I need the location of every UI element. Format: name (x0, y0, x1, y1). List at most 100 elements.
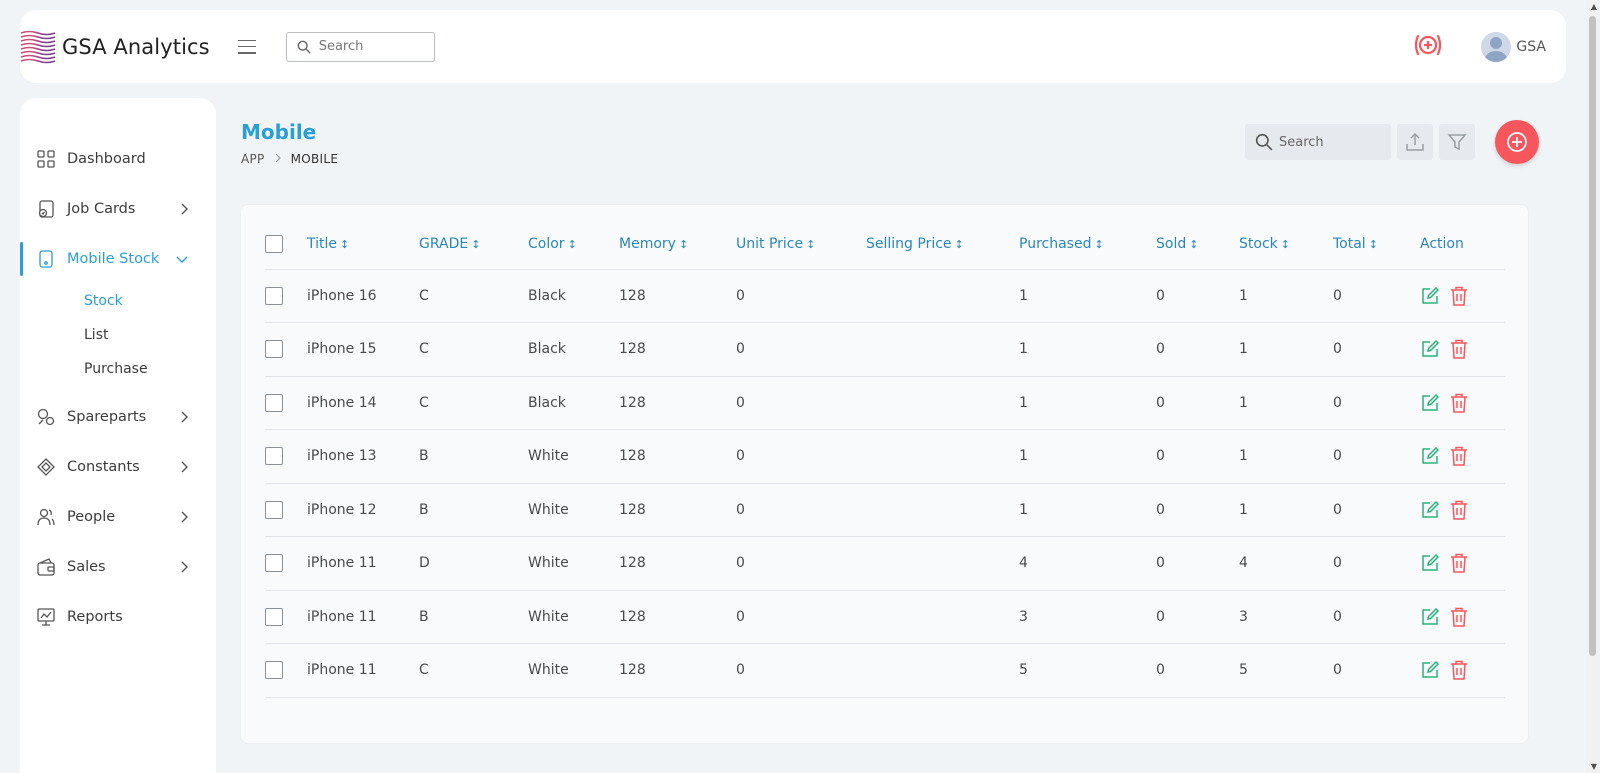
add-mobile-button[interactable] (1495, 120, 1539, 164)
trash-icon[interactable] (1450, 446, 1468, 466)
column-header-sold[interactable]: Sold ↕ (1156, 219, 1239, 270)
cell-selling-price (866, 429, 1019, 484)
edit-icon[interactable] (1420, 660, 1440, 680)
stock-table-card: Title ↕ GRADE ↕ Color ↕ Memory ↕ Unit Price ↕… (240, 204, 1529, 744)
row-checkbox[interactable] (265, 500, 283, 519)
edit-icon[interactable] (1420, 339, 1440, 359)
sidebar-item-reports[interactable]: Reports (20, 592, 216, 642)
cell-memory: 128 (619, 536, 736, 591)
trash-icon[interactable] (1450, 339, 1468, 359)
column-header-stock[interactable]: Stock ↕ (1239, 219, 1333, 270)
row-checkbox[interactable] (265, 393, 283, 412)
column-header-color[interactable]: Color ↕ (528, 219, 619, 270)
cell-unit-price: 0 (736, 429, 866, 484)
cell-total: 0 (1333, 322, 1420, 377)
sidebar-item-constants[interactable]: Constants (20, 442, 216, 492)
cell-color: White (528, 536, 619, 591)
cell-total: 0 (1333, 643, 1420, 698)
subnav-item-stock[interactable]: Stock (84, 284, 216, 318)
sort-icon: ↕ (567, 237, 577, 251)
column-header-grade[interactable]: GRADE ↕ (419, 219, 528, 270)
cell-grade: B (419, 483, 528, 537)
cell-memory: 128 (619, 269, 736, 323)
logo[interactable]: GSA Analytics (20, 29, 210, 65)
row-checkbox[interactable] (265, 661, 283, 680)
chevron-right-icon (181, 561, 188, 573)
page-scrollbar[interactable]: ▲ ▼ (1586, 0, 1600, 773)
column-header-action: Action (1420, 219, 1505, 270)
trash-icon[interactable] (1450, 660, 1468, 680)
search-icon (297, 40, 311, 54)
chevron-right-icon (181, 511, 188, 523)
cell-stock: 1 (1239, 376, 1333, 430)
filter-icon (1447, 134, 1467, 151)
sidebar-item-people[interactable]: People (20, 492, 216, 542)
sidebar-item-mobile-stock[interactable]: Mobile Stock (20, 234, 216, 284)
scroll-up-icon[interactable]: ▲ (1591, 2, 1597, 11)
filter-button[interactable] (1439, 124, 1475, 160)
trash-icon[interactable] (1450, 553, 1468, 573)
trash-icon[interactable] (1450, 500, 1468, 520)
breadcrumb-item-mobile: MOBILE (290, 152, 339, 166)
sidebar-item-job-cards[interactable]: Job Cards (20, 184, 216, 234)
report-chart-icon (37, 608, 55, 626)
table-search-input[interactable] (1279, 134, 1379, 150)
edit-icon[interactable] (1420, 607, 1440, 627)
scroll-down-icon[interactable]: ▼ (1591, 762, 1597, 771)
chevron-right-icon (181, 203, 188, 215)
edit-icon[interactable] (1420, 553, 1440, 573)
cell-purchased: 4 (1019, 536, 1156, 591)
cell-grade: C (419, 269, 528, 323)
wallet-icon (37, 558, 55, 576)
chevron-right-icon (181, 411, 188, 423)
cell-unit-price: 0 (736, 643, 866, 698)
cell-stock: 1 (1239, 269, 1333, 323)
row-checkbox[interactable] (265, 340, 283, 359)
add-alert-icon[interactable] (1413, 33, 1443, 61)
column-header-title[interactable]: Title ↕ (307, 219, 419, 270)
trash-icon[interactable] (1450, 607, 1468, 627)
table-row: iPhone 12 B White 128 0 1 0 1 0 (265, 483, 1505, 537)
row-checkbox[interactable] (265, 447, 283, 466)
top-bar: GSA Analytics GSA (20, 10, 1566, 83)
row-checkbox[interactable] (265, 286, 283, 305)
logo-icon (20, 30, 56, 63)
edit-icon[interactable] (1420, 500, 1440, 520)
menu-toggle-icon[interactable] (237, 39, 256, 54)
sidebar-item-label: Reports (67, 609, 123, 625)
breadcrumb-item-app[interactable]: APP (241, 152, 265, 166)
cell-title: iPhone 11 (307, 536, 419, 591)
user-menu[interactable]: GSA (1481, 31, 1546, 62)
subnav-item-purchase[interactable]: Purchase (84, 352, 216, 386)
row-checkbox[interactable] (265, 554, 283, 573)
trash-icon[interactable] (1450, 286, 1468, 306)
breadcrumb: APP MOBILE (241, 152, 338, 166)
sidebar-item-spareparts[interactable]: Spareparts (20, 392, 216, 442)
trash-icon[interactable] (1450, 393, 1468, 413)
cell-purchased: 1 (1019, 322, 1156, 377)
row-checkbox[interactable] (265, 607, 283, 626)
column-header-selling-price[interactable]: Selling Price ↕ (866, 219, 1019, 270)
edit-icon[interactable] (1420, 446, 1440, 466)
cell-sold: 0 (1156, 269, 1239, 323)
sidebar-item-sales[interactable]: Sales (20, 542, 216, 592)
sidebar-item-dashboard[interactable]: Dashboard (20, 134, 216, 184)
cell-title: iPhone 16 (307, 269, 419, 323)
subnav-item-list[interactable]: List (84, 318, 216, 352)
cell-stock: 1 (1239, 429, 1333, 484)
column-header-unit-price[interactable]: Unit Price ↕ (736, 219, 866, 270)
cell-color: White (528, 429, 619, 484)
edit-icon[interactable] (1420, 393, 1440, 413)
column-header-total[interactable]: Total ↕ (1333, 219, 1420, 270)
top-search-input[interactable] (318, 39, 419, 54)
sort-icon: ↕ (954, 237, 964, 251)
select-all-checkbox[interactable] (265, 234, 283, 253)
scroll-thumb[interactable] (1589, 16, 1596, 656)
export-button[interactable] (1397, 124, 1433, 160)
column-header-purchased[interactable]: Purchased ↕ (1019, 219, 1156, 270)
mobile-stock-subnav: Stock List Purchase (20, 284, 216, 386)
cell-color: Black (528, 322, 619, 377)
edit-icon[interactable] (1420, 286, 1440, 306)
sort-icon: ↕ (340, 237, 350, 251)
column-header-memory[interactable]: Memory ↕ (619, 219, 736, 270)
